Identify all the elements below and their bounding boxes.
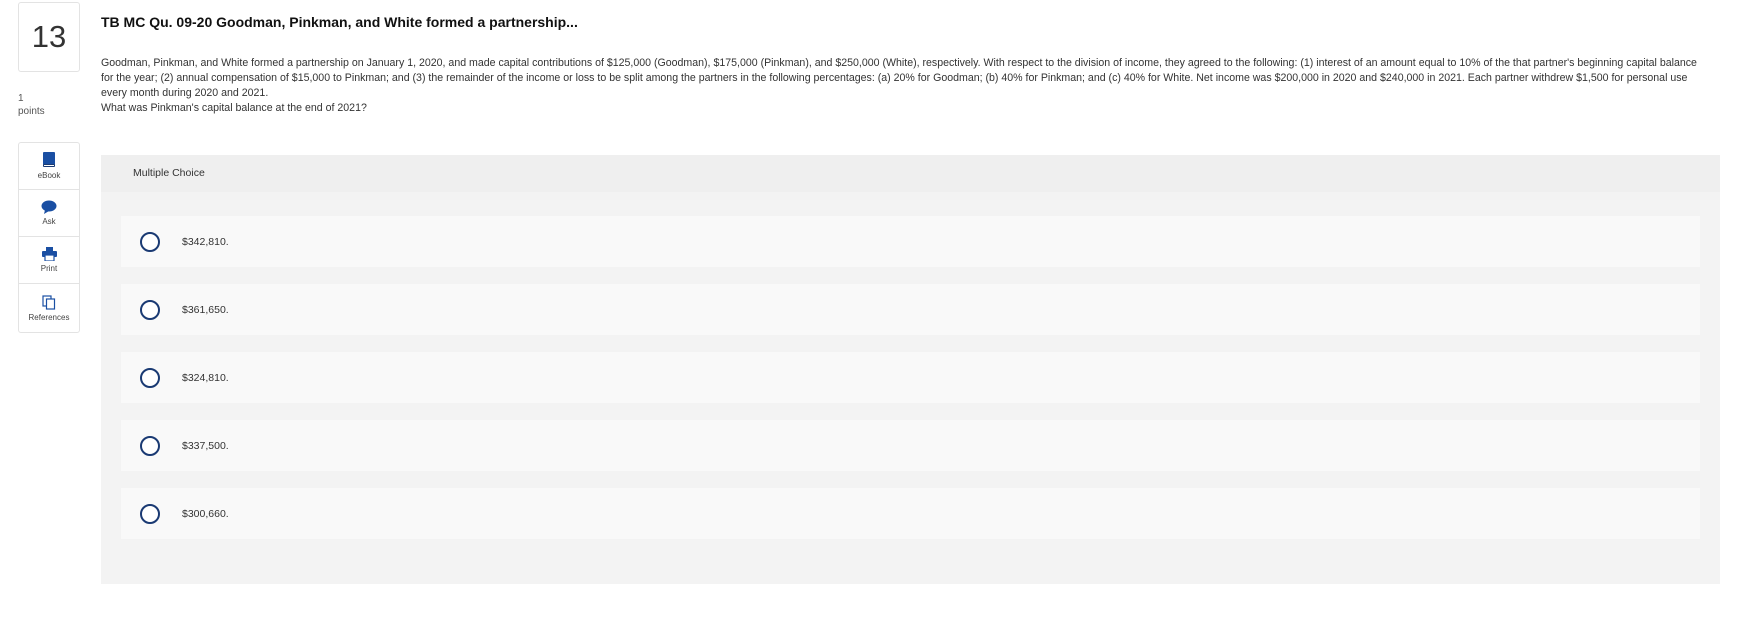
answer-option[interactable]: $361,650. xyxy=(121,284,1700,335)
options-container: $342,810. $361,650. $324,810. $337,500. … xyxy=(101,192,1720,584)
answer-option[interactable]: $342,810. xyxy=(121,216,1700,267)
references-button[interactable]: References xyxy=(19,284,79,332)
answer-option-text: $337,500. xyxy=(182,439,229,452)
answer-option[interactable]: $337,500. xyxy=(121,420,1700,471)
print-label: Print xyxy=(40,264,58,273)
documents-icon xyxy=(42,294,56,310)
radio-button[interactable] xyxy=(140,435,160,456)
answer-option-text: $300,660. xyxy=(182,507,229,520)
radio-button[interactable] xyxy=(140,503,160,524)
question-title: TB MC Qu. 09-20 Goodman, Pinkman, and Wh… xyxy=(101,14,578,30)
chat-bubble-icon xyxy=(41,200,57,214)
ask-label: Ask xyxy=(42,217,56,226)
answer-option-text: $361,650. xyxy=(182,303,229,316)
tools-panel: eBook Ask Print References xyxy=(18,142,80,333)
radio-button[interactable] xyxy=(140,299,160,320)
references-label: References xyxy=(28,312,70,322)
points-label: points xyxy=(18,106,45,117)
radio-button[interactable] xyxy=(140,231,160,252)
ask-button[interactable]: Ask xyxy=(19,190,79,237)
points-value: 1 xyxy=(18,93,24,104)
ebook-button[interactable]: eBook xyxy=(19,143,79,190)
answer-option-text: $324,810. xyxy=(182,371,229,384)
ebook-label: eBook xyxy=(37,171,61,180)
printer-icon xyxy=(41,247,57,261)
question-page: 13 1 points eBook Ask Print References T… xyxy=(0,0,1747,627)
points-info: 1 points xyxy=(18,92,45,118)
print-button[interactable]: Print xyxy=(19,237,79,284)
question-stem: Goodman, Pinkman, and White formed a par… xyxy=(101,56,1701,116)
question-number: 13 xyxy=(18,2,80,72)
answer-option[interactable]: $324,810. xyxy=(121,352,1700,403)
question-prompt: What was Pinkman's capital balance at th… xyxy=(101,102,367,114)
answer-option[interactable]: $300,660. xyxy=(121,488,1700,539)
book-icon xyxy=(43,152,55,167)
radio-button[interactable] xyxy=(140,367,160,388)
multiple-choice-header: Multiple Choice xyxy=(133,167,205,179)
multiple-choice-panel: Multiple Choice $342,810. $361,650. $324… xyxy=(101,155,1720,584)
question-text: Goodman, Pinkman, and White formed a par… xyxy=(101,57,1697,99)
answer-option-text: $342,810. xyxy=(182,235,229,248)
